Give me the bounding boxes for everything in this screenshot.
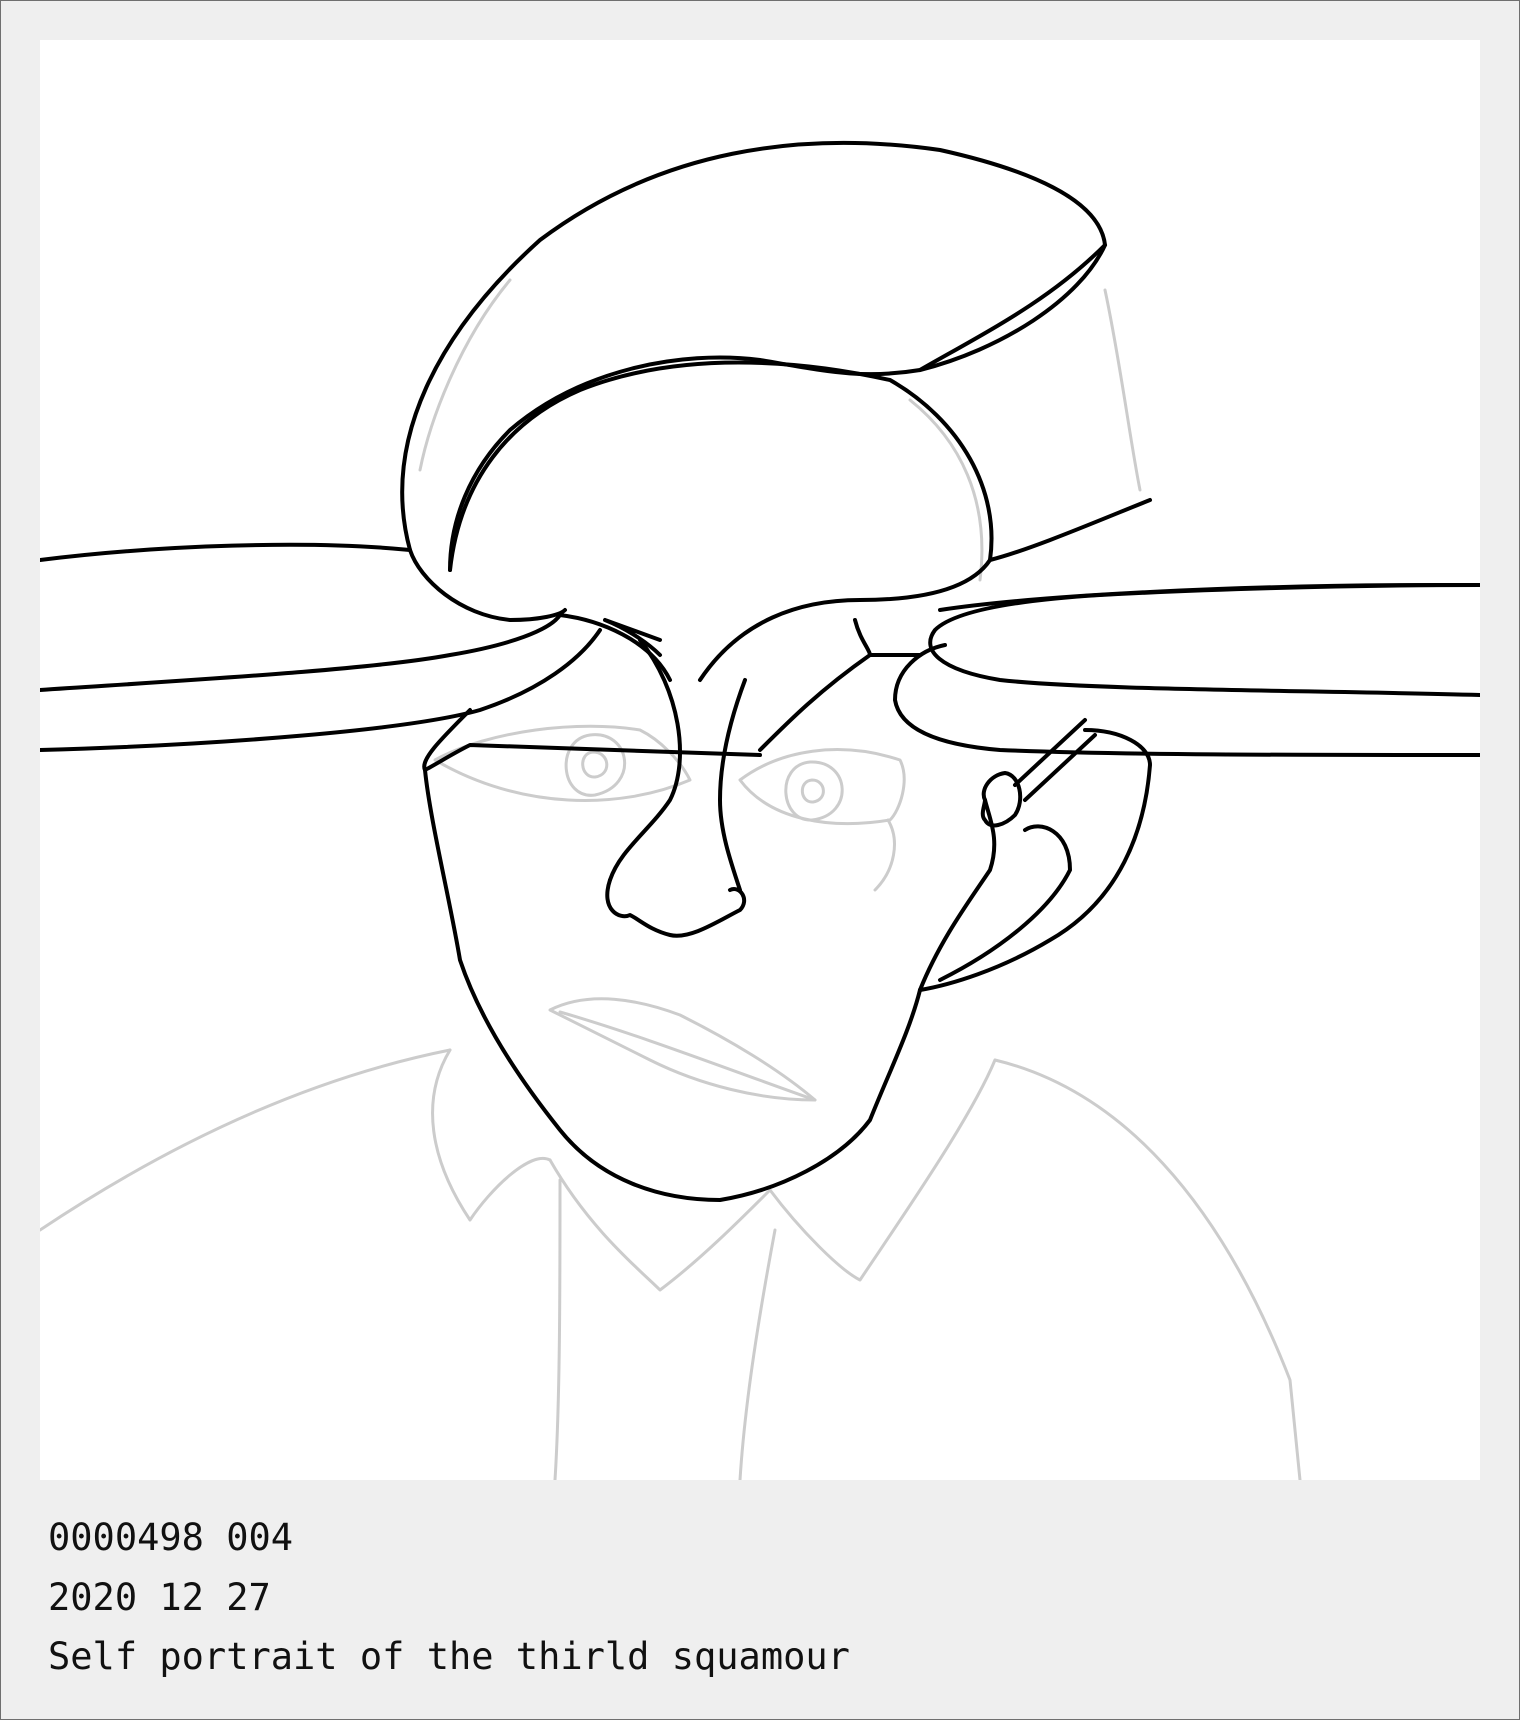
left-collar-outline <box>431 1048 552 1222</box>
right-eye-pupil <box>800 778 825 804</box>
hat-brim-right-under <box>893 643 1480 757</box>
artwork-title-text: Self portrait of the thirld squamour <box>48 1635 850 1678</box>
self-portrait-drawing <box>40 140 1480 1480</box>
right-shoulder-line <box>993 1058 1302 1480</box>
foreground-drawing-layer <box>40 140 1480 1202</box>
hat-crown-side <box>918 243 1107 372</box>
ear-inner-fold <box>938 824 1072 982</box>
hat-right-crown-edge <box>988 498 1152 562</box>
right-eye-iris <box>784 760 844 822</box>
collar-v-line <box>548 1158 772 1292</box>
hat-crown-outline <box>400 140 1107 572</box>
shirt-placket-line <box>553 1178 562 1480</box>
face-right-cheek <box>918 798 997 992</box>
left-eye-outline <box>433 724 692 802</box>
left-eye-pupil <box>581 750 609 779</box>
nose-tip <box>605 878 747 938</box>
polaroid-frame: 0000498 004 2020 12 27 Self portrait of … <box>0 0 1520 1720</box>
hat-brim-left-top <box>408 548 567 622</box>
artwork-date-text: 2020 12 27 <box>48 1576 271 1619</box>
ear-band <box>1013 718 1097 802</box>
left-eye-iris <box>564 733 626 797</box>
lips-parting-line <box>558 1010 817 1102</box>
hat-brim-center-left <box>603 618 662 657</box>
face-brow-line <box>423 743 762 772</box>
shirt-center-line <box>738 1228 777 1480</box>
drawing-canvas <box>40 40 1480 1480</box>
artwork-id-text: 0000498 004 <box>48 1516 294 1559</box>
nose-bridge-right <box>718 678 747 892</box>
left-shoulder-line <box>40 1048 452 1232</box>
hat-brim-left <box>40 542 672 692</box>
background-sketch-layer <box>40 278 1302 1480</box>
face-left-outline <box>422 708 922 1202</box>
under-eye-fold <box>873 818 896 892</box>
hat-crown-back-gray <box>1103 288 1142 492</box>
